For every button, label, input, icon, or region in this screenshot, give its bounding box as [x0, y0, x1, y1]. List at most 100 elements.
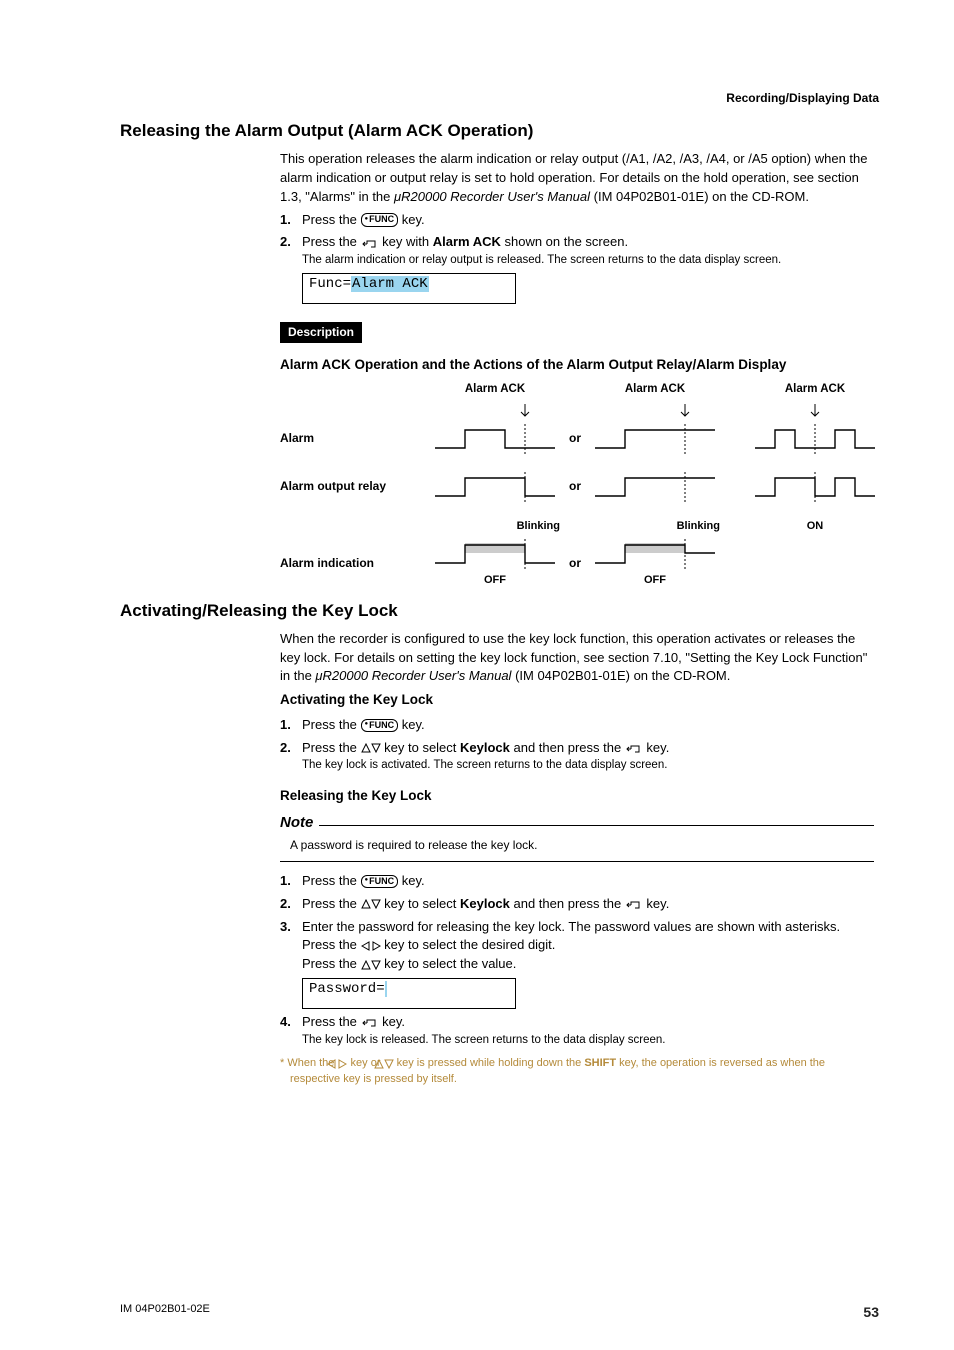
step-text: key to select the desired digit. — [381, 937, 556, 952]
on-label: ON — [807, 520, 824, 532]
or-label: or — [560, 555, 590, 572]
step-number: 2. — [280, 739, 291, 758]
step-note: The key lock is released. The screen ret… — [302, 1032, 874, 1049]
step-item: 1. Press the FUNC key. — [280, 872, 874, 891]
step-text: Press the — [302, 740, 361, 755]
keylock-label: Keylock — [460, 740, 510, 755]
ack-label: Alarm ACK — [430, 381, 560, 398]
section2-title: Activating/Releasing the Key Lock — [120, 599, 879, 624]
step-item: 4. Press the key. The key lock is releas… — [280, 1013, 874, 1049]
or-label: or — [560, 430, 590, 447]
step-text: and then press the — [510, 740, 625, 755]
section1-title: Releasing the Alarm Output (Alarm ACK Op… — [120, 119, 879, 144]
manual-name: μR20000 Recorder User's Manual — [394, 189, 590, 204]
note-block: Note A password is required to release t… — [280, 812, 874, 862]
intro-text-b: (IM 04P02B01-01E) on the CD-ROM. — [511, 668, 730, 683]
description-title: Alarm ACK Operation and the Actions of t… — [280, 355, 874, 375]
step-text: key. — [643, 896, 670, 911]
activate-title: Activating the Key Lock — [280, 690, 874, 710]
lcd-value: Alarm ACK — [351, 276, 429, 292]
step-text: shown on the screen. — [501, 234, 628, 249]
step-text: Press the — [302, 717, 361, 732]
waveform-icon — [430, 472, 560, 502]
waveform-icon — [590, 424, 720, 454]
ack-label: Alarm ACK — [590, 381, 720, 398]
enter-icon — [625, 742, 643, 754]
step-text: key to select the value. — [381, 956, 517, 971]
leftright-icon — [361, 940, 381, 952]
row-label-indication: Alarm indication — [280, 555, 430, 572]
ack-label: Alarm ACK — [750, 381, 880, 398]
enter-icon — [361, 237, 379, 249]
step-text: key. — [379, 1014, 406, 1029]
manual-name: μR20000 Recorder User's Manual — [315, 668, 511, 683]
step-text: Press the — [302, 937, 361, 952]
step-text: and then press the — [510, 896, 625, 911]
keylock-label: Keylock — [460, 896, 510, 911]
step-number: 2. — [280, 895, 291, 914]
updown-icon — [361, 959, 381, 971]
section1-intro: This operation releases the alarm indica… — [280, 150, 874, 207]
step-text: Enter the password for releasing the key… — [302, 919, 840, 934]
or-label: or — [560, 478, 590, 495]
row-label-relay: Alarm output relay — [280, 478, 430, 495]
step-number: 3. — [280, 918, 291, 937]
step-number: 4. — [280, 1013, 291, 1032]
step-item: 2. Press the key to select Keylock and t… — [280, 895, 874, 914]
updown-icon — [361, 742, 381, 754]
step-number: 1. — [280, 716, 291, 735]
step-text: Press the — [302, 896, 361, 911]
intro-text-b: (IM 04P02B01-01E) on the CD-ROM. — [590, 189, 809, 204]
description-label: Description — [280, 322, 362, 343]
waveform-icon: OFF — [430, 539, 560, 589]
alarm-ack-label: Alarm ACK — [433, 234, 501, 249]
shift-footnote: * When the key or key is pressed while h… — [280, 1056, 874, 1088]
step-text: Press the — [302, 873, 361, 888]
blinking-label: Blinking — [517, 520, 560, 532]
step-text: key with — [379, 234, 433, 249]
step-text: Press the — [302, 1014, 361, 1029]
off-label: OFF — [430, 573, 560, 589]
footnote-text: key is pressed while holding down the — [394, 1057, 585, 1069]
func-key-icon: FUNC — [361, 719, 399, 733]
leftright-icon — [337, 1057, 347, 1069]
step-note: The key lock is activated. The screen re… — [302, 757, 874, 774]
step-text: key to select — [381, 740, 460, 755]
updown-icon — [384, 1057, 394, 1069]
running-head: Recording/Displaying Data — [120, 90, 879, 107]
waveform-icon: OFF — [590, 539, 720, 589]
waveform-icon — [590, 472, 720, 502]
step-text: Press the — [302, 234, 361, 249]
row-label-alarm: Alarm — [280, 430, 430, 447]
lcd-value — [385, 981, 387, 997]
step-text: key. — [398, 717, 425, 732]
enter-icon — [361, 1016, 379, 1028]
lcd-display: Password= — [302, 978, 516, 1009]
step-text: key to select — [381, 896, 460, 911]
lcd-display: Func=Alarm ACK — [302, 273, 516, 304]
step-item: 3. Enter the password for releasing the … — [280, 918, 874, 1009]
step-number: 2. — [280, 233, 291, 252]
step-text-b: key. — [398, 212, 425, 227]
step-note: The alarm indication or relay output is … — [302, 252, 874, 269]
step-number: 1. — [280, 872, 291, 891]
step-item: 1. Press the FUNC key. — [280, 716, 874, 735]
timing-diagram: Alarm ACK Alarm ACK Alarm ACK Alarm — [280, 381, 874, 589]
step-item: 1. Press the FUNC key. — [280, 211, 874, 230]
lcd-prefix: Func= — [309, 276, 351, 292]
blinking-label: Blinking — [677, 520, 720, 532]
note-label: Note — [280, 812, 313, 834]
func-key-icon: FUNC — [361, 213, 399, 227]
footer-pagenum: 53 — [863, 1302, 879, 1322]
step-item: 2. Press the key to select Keylock and t… — [280, 739, 874, 775]
lcd-prefix: Password= — [309, 981, 385, 997]
off-label: OFF — [590, 573, 720, 589]
release-title: Releasing the Key Lock — [280, 786, 874, 806]
step-number: 1. — [280, 211, 291, 230]
note-text: A password is required to release the ke… — [280, 833, 874, 858]
footer-docid: IM 04P02B01-02E — [120, 1302, 210, 1322]
enter-icon — [625, 898, 643, 910]
step-text: Press the — [302, 956, 361, 971]
updown-icon — [361, 898, 381, 910]
waveform-icon — [750, 472, 880, 502]
